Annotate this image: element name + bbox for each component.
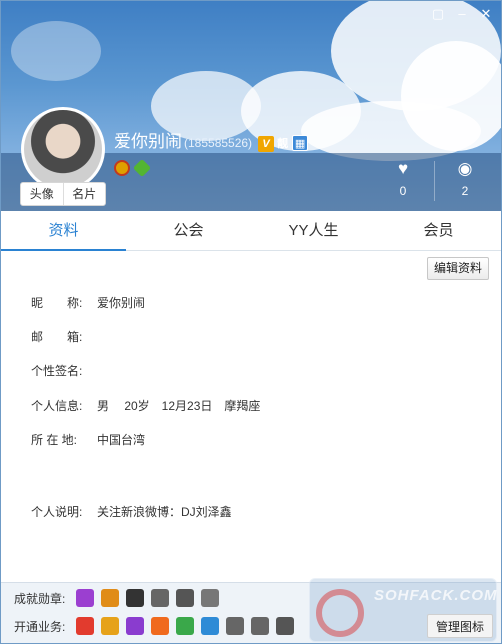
avatar[interactable] [21,107,105,191]
cloud-decoration [301,101,481,161]
field-label: 个性签名: [31,364,83,378]
close-icon[interactable]: ✕ [479,7,493,21]
ribbon-icon: ◉ [457,159,473,178]
cloud-decoration [11,21,101,81]
business-card-icon[interactable]: ▦ [292,135,309,151]
medal-icon[interactable] [114,160,130,176]
achievement-medal-icon[interactable] [201,589,219,607]
field-email: 邮 箱: [31,328,97,345]
service-icon[interactable] [251,617,269,635]
tab-info[interactable]: 资料 [1,211,126,251]
field-description: 个人说明: 关注新浪微博：DJ刘泽鑫 [31,503,232,520]
service-icon[interactable] [276,617,294,635]
field-label: 所 在 地: [31,433,78,447]
field-signature: 个性签名: [31,362,97,379]
achievement-label: 成就勋章: [14,591,66,606]
profile-window: ▢ – ✕ 爱你别闹 (185585526) V 靓 ▦ ♥ 0 ◉ 2 头像 … [0,0,502,644]
service-icon[interactable] [126,617,144,635]
medal-row [114,158,152,178]
service-icon[interactable] [76,617,94,635]
tab-yy-life[interactable]: YY人生 [251,211,376,250]
achievement-icons [76,589,226,607]
field-label: 邮 箱: [31,330,83,344]
avatar-tab[interactable]: 头像 [21,183,63,205]
service-icon[interactable] [101,617,119,635]
ribbon-count: 2 [461,184,469,198]
profile-name: 爱你别闹 (185585526) V 靓 ▦ [114,127,309,152]
leaf-icon[interactable] [132,158,152,178]
service-icons [76,617,301,635]
heart-icon: ♥ [397,159,409,178]
field-location: 所 在 地: 中国台湾 [31,431,145,448]
ribbon-stat[interactable]: ◉ 2 [445,159,485,198]
nickname: 爱你别闹 [114,132,182,151]
field-value: 中国台湾 [97,433,146,447]
window-controls: ▢ – ✕ [431,7,493,21]
card-tab[interactable]: 名片 [62,183,106,205]
field-label: 个人信息: [31,399,83,413]
achievement-medal-icon[interactable] [101,589,119,607]
watermark-logo-icon [316,589,364,637]
service-icon[interactable] [226,617,244,635]
field-value: 关注新浪微博：DJ刘泽鑫 [97,505,232,519]
field-value: 爱你别闹 [97,296,146,310]
field-personal-info: 个人信息: 男 20岁 12月23日 摩羯座 [31,397,260,414]
services-label: 开通业务: [14,619,66,634]
avatar-tabs: 头像 名片 [20,182,106,206]
tab-guild[interactable]: 公会 [126,211,251,250]
field-label: 个人说明: [31,505,83,519]
achievement-medal-icon[interactable] [126,589,144,607]
field-nickname: 昵 称: 爱你别闹 [31,294,145,311]
user-id: (185585526) [184,136,253,150]
minimize-icon[interactable]: – [455,7,469,21]
achievement-row: 成就勋章: [14,589,226,607]
profile-header: ▢ – ✕ 爱你别闹 (185585526) V 靓 ▦ ♥ 0 ◉ 2 [1,1,501,211]
achievement-medal-icon[interactable] [76,589,94,607]
service-icon[interactable] [151,617,169,635]
tab-member[interactable]: 会员 [376,211,501,250]
watermark-text: SOHFACK.COM [374,587,498,604]
likes-stat[interactable]: ♥ 0 [383,159,423,198]
services-row: 开通业务: [14,617,301,635]
avatar-image [24,110,102,188]
achievement-medal-icon[interactable] [176,589,194,607]
field-value: 男 20岁 12月23日 摩羯座 [97,399,261,413]
field-label: 昵 称: [31,296,83,310]
stat-divider [434,161,435,201]
manage-icons-button[interactable]: 管理图标 [427,614,493,638]
pretty-number-badge[interactable]: 靓 [277,136,288,152]
v-badge-icon[interactable]: V [258,136,275,152]
edit-profile-button[interactable]: 编辑资料 [426,257,489,280]
service-icon[interactable] [201,617,219,635]
achievement-medal-icon[interactable] [151,589,169,607]
tab-bar: 资料 公会 YY人生 会员 [1,211,501,251]
shirt-icon[interactable]: ▢ [431,7,445,21]
service-icon[interactable] [176,617,194,635]
likes-count: 0 [399,184,407,198]
